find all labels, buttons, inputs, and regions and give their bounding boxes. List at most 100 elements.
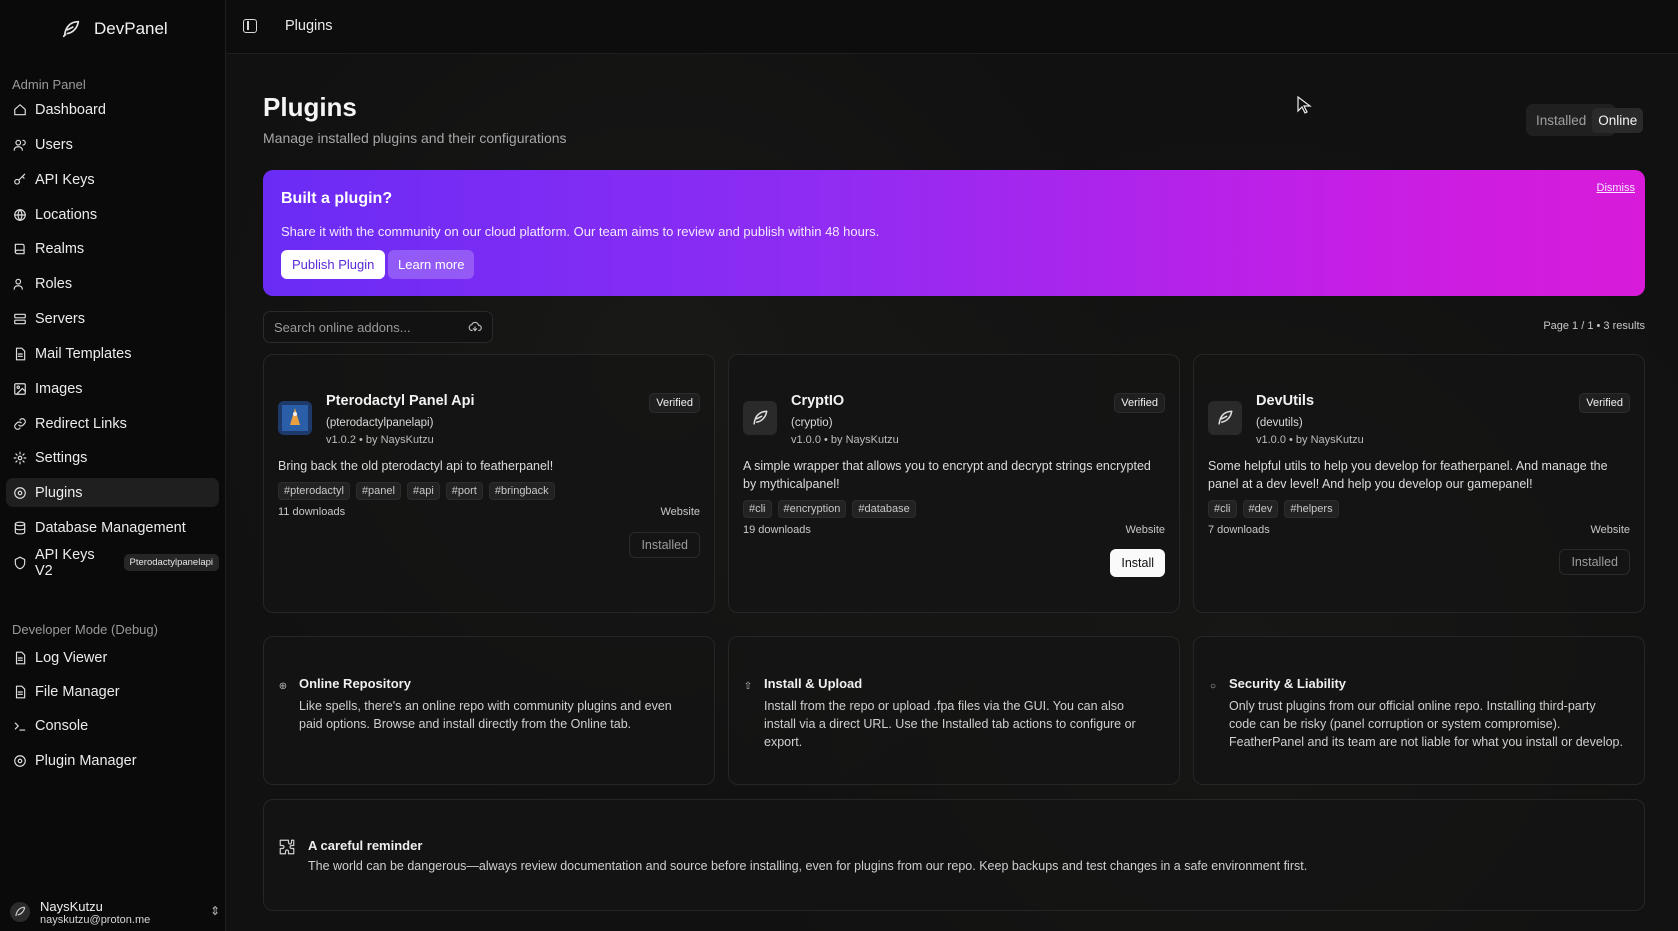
sidebar-item-realms[interactable]: Realms	[6, 234, 219, 263]
reminder-text: The world can be dangerous—always review…	[308, 859, 1308, 873]
tag: #port	[445, 482, 483, 500]
tab-installed[interactable]: Installed	[1530, 108, 1592, 133]
reminder-card: A careful reminder The world can be dang…	[263, 799, 1645, 911]
plugin-card: CryptIO (cryptio) v1.0.0 • by NaysKutzu …	[728, 354, 1180, 613]
tag: #api	[406, 482, 440, 500]
download-count: 11 downloads	[278, 506, 346, 518]
puzzle-icon	[279, 839, 295, 855]
sidebar-item-roles[interactable]: Roles	[6, 269, 219, 298]
sidebar-item-database-management[interactable]: Database Management	[6, 513, 219, 542]
sidebar-item-mail-templates[interactable]: Mail Templates	[6, 339, 219, 368]
info-card-install-upload: ⇧ Install & Upload Install from the repo…	[728, 636, 1180, 785]
breadcrumb: Plugins	[285, 18, 333, 34]
plugin-description: A simple wrapper that allows you to encr…	[743, 459, 1151, 491]
sidebar-item-plugin-manager[interactable]: Plugin Manager	[6, 746, 219, 775]
info-card-online-repository: ⊕ Online Repository Like spells, there's…	[263, 636, 715, 785]
app-name: DevPanel	[94, 19, 168, 38]
download-count: 19 downloads	[743, 524, 811, 536]
user-menu[interactable]: NaysKutzu nayskutzu@proton.me ⇕	[10, 896, 220, 928]
sidebar-item-label: File Manager	[35, 683, 120, 700]
sidebar-item-users[interactable]: Users	[6, 130, 219, 159]
info-card-security-liability: ○ Security & Liability Only trust plugin…	[1193, 636, 1645, 785]
installed-button[interactable]: Installed	[1559, 549, 1630, 575]
plugin-icon	[14, 754, 26, 767]
plugin-name: Pterodactyl Panel Api	[326, 393, 475, 409]
plugin-tags: #cli #encryption #database	[743, 500, 916, 518]
file-icon	[15, 651, 26, 664]
plugin-id: (devutils)	[1256, 417, 1303, 429]
sidebar-item-label: Locations	[35, 206, 98, 223]
download-count: 7 downloads	[1208, 524, 1270, 536]
user-name: NaysKutzu	[40, 898, 103, 914]
feather-icon	[1208, 401, 1242, 435]
sidebar-item-label: Plugins	[35, 484, 83, 501]
sidebar-item-images[interactable]: Images	[6, 374, 219, 403]
sidebar-toggle-icon[interactable]	[243, 19, 257, 33]
sidebar-item-label: API Keys V2	[35, 546, 95, 579]
publish-plugin-button[interactable]: Publish Plugin	[281, 250, 386, 279]
plugin-tags: #cli #dev #helpers	[1208, 500, 1339, 518]
sidebar-item-settings[interactable]: Settings	[6, 443, 219, 472]
tab-online[interactable]: Online	[1592, 107, 1644, 133]
search-input[interactable]	[274, 319, 454, 335]
view-toggle: Installed Online	[1526, 104, 1644, 136]
database-icon	[14, 521, 26, 534]
cloud-refresh-icon[interactable]	[468, 320, 482, 334]
dismiss-link[interactable]: Dismiss	[1597, 182, 1636, 194]
users-icon	[13, 139, 26, 151]
sidebar-item-label: Roles	[35, 275, 73, 292]
sidebar-item-api-keys-v2[interactable]: API Keys V2 Pterodactylpanelapi	[6, 546, 219, 579]
sidebar-item-label: Log Viewer	[35, 649, 108, 666]
reminder-title: A careful reminder	[308, 838, 423, 853]
brand[interactable]: DevPanel	[60, 18, 168, 40]
tag: #pterodactyl	[278, 482, 350, 500]
website-link[interactable]: Website	[660, 506, 700, 518]
book-icon	[14, 243, 25, 254]
file-icon	[15, 685, 26, 698]
tag: #cli	[1208, 500, 1237, 518]
sidebar-item-label: Mail Templates	[35, 345, 132, 362]
banner-title: Built a plugin?	[281, 190, 393, 207]
pagination-info: Page 1 / 1 • 3 results	[1543, 320, 1645, 332]
section-label-admin: Admin Panel	[12, 77, 86, 92]
sidebar-item-locations[interactable]: Locations	[6, 200, 219, 229]
plugin-name: CryptIO	[791, 393, 845, 409]
shield-icon: ○	[1209, 680, 1217, 692]
pterodactyl-logo-icon	[278, 401, 312, 435]
tag: #helpers	[1284, 500, 1339, 518]
plugin-description: Some helpful utils to help you develop f…	[1208, 459, 1608, 491]
sidebar-item-log-viewer[interactable]: Log Viewer	[6, 643, 219, 672]
search-box	[263, 311, 493, 343]
sidebar-item-label: Console	[35, 717, 89, 734]
website-link[interactable]: Website	[1125, 524, 1165, 536]
home-icon	[14, 103, 26, 115]
learn-more-button[interactable]: Learn more	[388, 250, 475, 279]
sidebar-item-api-keys[interactable]: API Keys	[6, 165, 219, 194]
globe-icon	[14, 208, 26, 221]
verified-badge: Verified	[1579, 393, 1630, 413]
install-button[interactable]: Install	[1110, 549, 1165, 577]
sidebar-item-file-manager[interactable]: File Manager	[6, 677, 219, 706]
sidebar-item-label: Dashboard	[35, 101, 106, 118]
sidebar-item-dashboard[interactable]: Dashboard	[6, 95, 219, 124]
plugin-id: (pterodactylpanelapi)	[326, 417, 434, 429]
file-icon	[15, 347, 26, 360]
page-subtitle: Manage installed plugins and their confi…	[263, 130, 567, 146]
info-title: Install & Upload	[764, 676, 863, 691]
sidebar: DevPanel Admin Panel Dashboard Users API K…	[0, 0, 226, 931]
sidebar-item-redirect-links[interactable]: Redirect Links	[6, 409, 219, 438]
website-link[interactable]: Website	[1590, 524, 1630, 536]
sidebar-item-console[interactable]: Console	[6, 711, 219, 740]
mouse-cursor-icon	[1297, 96, 1312, 114]
info-text: Like spells, there's an online repo with…	[299, 699, 672, 731]
sidebar-item-plugins[interactable]: Plugins	[6, 478, 219, 507]
globe-icon: ⊕	[278, 680, 288, 692]
sidebar-item-label: Realms	[35, 240, 85, 257]
section-label-dev: Developer Mode (Debug)	[12, 622, 158, 637]
plugin-name: DevUtils	[1256, 393, 1315, 409]
sidebar-item-label: Settings	[35, 449, 88, 466]
sidebar-item-servers[interactable]: Servers	[6, 304, 219, 333]
server-icon	[14, 313, 26, 324]
topbar: Plugins	[226, 0, 1678, 54]
installed-button[interactable]: Installed	[629, 532, 700, 558]
